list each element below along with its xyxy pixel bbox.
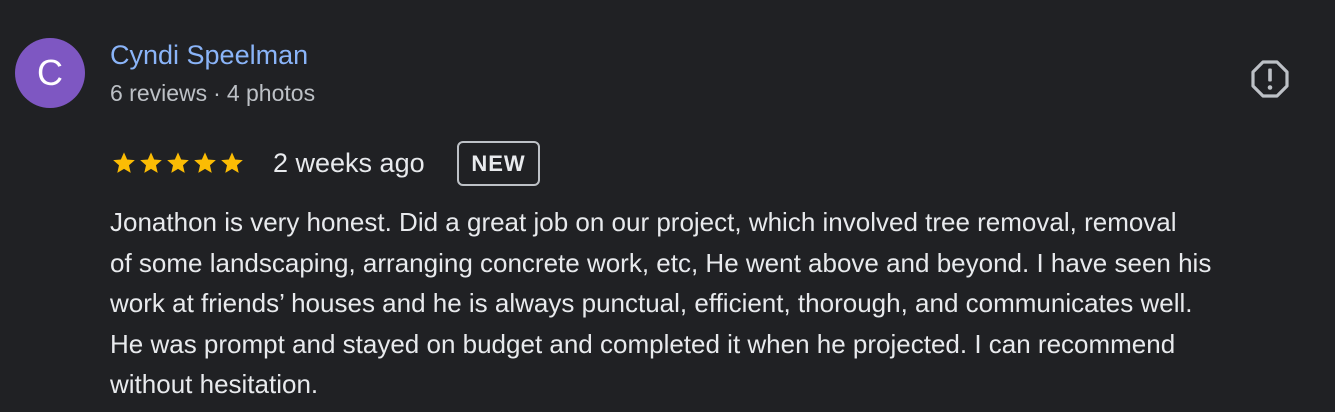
star-icon — [221, 152, 243, 173]
avatar-letter: C — [37, 52, 63, 93]
star-rating — [111, 150, 245, 176]
review-text-line: of some landscaping, arranging concrete … — [110, 247, 1212, 278]
review-text-line: without hesitation. — [110, 369, 319, 399]
new-badge: NEW — [457, 141, 540, 186]
review-card: C Cyndi Speelman 6 reviews · 4 photos 2 we… — [0, 0, 1335, 412]
star-icon — [140, 152, 162, 173]
star-icon — [194, 152, 216, 173]
report-icon — [1251, 60, 1289, 98]
review-text-line: Jonathon is very honest. Did a great job… — [110, 207, 1177, 237]
review-text-line: He was prompt and stayed on budget and c… — [110, 328, 1176, 359]
reviews-count: 6 reviews — [110, 80, 208, 106]
photos-count: 4 photos — [226, 80, 316, 106]
report-button[interactable] — [1250, 59, 1290, 99]
star-icon — [167, 152, 189, 173]
star-icon — [113, 152, 135, 173]
author-name[interactable]: Cyndi Speelman — [110, 40, 308, 71]
review-text: Jonathon is very honest. Did a great job… — [110, 202, 1325, 405]
review-time: 2 weeks ago — [273, 148, 425, 178]
review-text-line: work at friends’ houses and he is always… — [110, 288, 1193, 318]
meta-separator: · — [213, 80, 221, 106]
author-meta: 6 reviews · 4 photos — [110, 80, 315, 107]
avatar[interactable]: C — [15, 38, 85, 108]
